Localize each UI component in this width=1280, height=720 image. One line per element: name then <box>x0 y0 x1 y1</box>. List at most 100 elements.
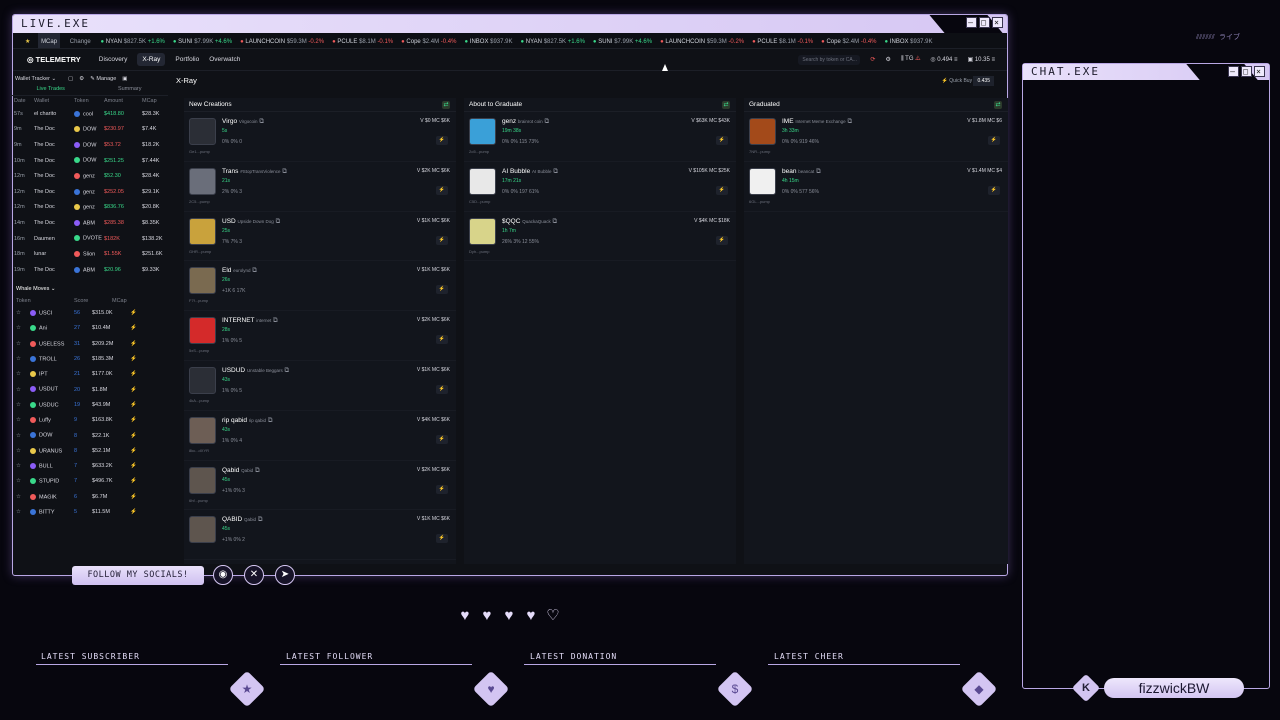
token-image[interactable] <box>469 118 496 145</box>
token-card[interactable]: AI Bubble AI Bubble ⧉ 17m 21s 0% 0% 197 61… <box>464 162 736 212</box>
token-image[interactable] <box>189 466 216 494</box>
copy-icon[interactable]: ⧉ <box>258 118 264 125</box>
whale-moves-header[interactable]: Whale Moves ⌄ <box>10 282 168 296</box>
minimize-icon[interactable]: – <box>966 17 977 28</box>
token-image[interactable] <box>749 118 776 145</box>
col-date[interactable]: Date <box>14 98 34 104</box>
whale-row[interactable]: ☆ USELESS 31 $209.2M ⚡ <box>10 336 168 351</box>
copy-icon[interactable]: ⧉ <box>271 317 278 324</box>
copy-icon[interactable]: ⧉ <box>551 218 558 225</box>
ticker-item[interactable]: ● SUNI $7.99K +4.6% <box>593 34 652 48</box>
trade-row[interactable]: 12m The Doc genz $52.30 $28.4K <box>10 168 168 184</box>
quick-buy-button[interactable]: ⚡ <box>436 285 448 295</box>
trade-row[interactable]: 16m Daumen DVOTE $182K $138.2K <box>10 231 168 247</box>
bolt-icon[interactable]: ⚡ <box>130 494 146 500</box>
chat-minimize-icon[interactable]: – <box>1228 66 1239 77</box>
bolt-icon[interactable]: ⚡ <box>130 417 146 423</box>
bolt-icon[interactable]: ⚡ <box>130 387 146 393</box>
copy-icon[interactable]: ⧉ <box>846 118 852 125</box>
quick-buy-button[interactable]: ⚡ <box>716 136 728 145</box>
col-whale-token[interactable]: Token <box>16 298 74 304</box>
trade-row[interactable]: 57s el charito cool $418.80 $28.3K <box>10 106 168 122</box>
tg-link[interactable]: ⫼ TG ⚠ <box>901 56 921 63</box>
quick-buy-button[interactable]: ⚡ <box>436 534 448 544</box>
star-outline-icon[interactable]: ☆ <box>16 494 30 500</box>
quick-buy-amount[interactable]: 0.435 <box>973 76 994 86</box>
token-image[interactable] <box>189 317 216 345</box>
copy-icon[interactable]: ⧉ <box>280 168 287 175</box>
token-image[interactable] <box>189 118 216 145</box>
trade-row[interactable]: 9m The Doc DOW $53.72 $18.2K <box>10 137 168 153</box>
balance-2[interactable]: ▣ 10.35 ≡ <box>967 56 995 63</box>
quick-buy[interactable]: ⚡ Quick Buy 0.435 <box>942 72 994 90</box>
whale-row[interactable]: ☆ USDUT 20 $1.8M ⚡ <box>10 382 168 397</box>
col-whale-mcap[interactable]: MCap <box>112 298 127 304</box>
quick-buy-button[interactable]: ⚡ <box>436 484 448 494</box>
copy-icon[interactable]: ⧉ <box>814 168 821 175</box>
quick-buy-button[interactable]: ⚡ <box>988 185 1000 195</box>
bolt-icon[interactable]: ⚡ <box>130 325 146 331</box>
trade-row[interactable]: 19m The Doc ABM $20.96 $9.33K <box>10 262 168 278</box>
star-outline-icon[interactable]: ☆ <box>16 463 30 469</box>
tab-live-trades[interactable]: Live Trades <box>37 86 65 95</box>
token-image[interactable] <box>189 366 216 394</box>
star-outline-icon[interactable]: ☆ <box>16 478 30 484</box>
token-card[interactable]: USD Upside Down Dog ⧉ 25s 7% 7% 3 GHR...pum… <box>184 212 456 262</box>
gear-icon[interactable]: ⚙ <box>79 76 84 82</box>
nav-portfolio[interactable]: Portfolio <box>175 56 199 63</box>
app-logo[interactable]: ◎ TELEMETRY <box>27 55 81 64</box>
star-outline-icon[interactable]: ☆ <box>16 448 30 454</box>
nav-discovery[interactable]: Discovery <box>99 56 128 63</box>
copy-icon[interactable]: ⧉ <box>253 467 260 474</box>
chat-close-icon[interactable]: × <box>1254 66 1265 77</box>
bolt-icon[interactable]: ⚡ <box>130 371 146 377</box>
ticker-mcap-toggle[interactable]: MCap <box>38 33 61 48</box>
whale-row[interactable]: ☆ STUPID 7 $496.7K ⚡ <box>10 474 168 489</box>
trade-row[interactable]: 9m The Doc DOW $230.97 $7.4K <box>10 122 168 138</box>
whale-row[interactable]: ☆ DOW 8 $22.1K ⚡ <box>10 428 168 443</box>
token-card[interactable]: genz brainrot coin ⧉ 19m 38s 0% 0% 115 73%… <box>464 112 736 162</box>
search-input[interactable]: Search by token or CA... <box>798 54 861 65</box>
token-card[interactable]: Virgo Virgocoin ⧉ 5s 0% 0% 0 Ge1...pump V $0… <box>184 112 456 162</box>
nav-xray[interactable]: X-Ray <box>137 53 166 66</box>
whale-row[interactable]: ☆ URANUS 8 $52.1M ⚡ <box>10 443 168 458</box>
col-wallet[interactable]: Wallet <box>34 98 74 104</box>
close-icon[interactable]: × <box>992 17 1003 28</box>
star-outline-icon[interactable]: ☆ <box>16 402 30 408</box>
token-image[interactable] <box>469 217 496 245</box>
trade-row[interactable]: 12m The Doc genz $836.76 $20.8K <box>10 200 168 216</box>
bolt-icon[interactable]: ⚡ <box>130 341 146 347</box>
star-outline-icon[interactable]: ☆ <box>16 325 30 331</box>
whale-row[interactable]: ☆ TROLL 26 $185.3M ⚡ <box>10 351 168 366</box>
token-card[interactable]: IME Internet Meme Exchange ⧉ 3h 33m 0% 0% … <box>744 112 1008 162</box>
whale-row[interactable]: ☆ BITTY 5 $11.5M ⚡ <box>10 504 168 519</box>
trade-row[interactable]: 10m The Doc DOW $251.25 $7.44K <box>10 153 168 169</box>
star-icon[interactable]: ★ <box>25 39 30 45</box>
token-card[interactable]: Trans #StopTransViolence ⧉ 21s 2% 0% 3 2C5.… <box>184 162 456 212</box>
token-card[interactable]: USDUD Unstable Beggars ⧉ 43s 1% 0% 5 4kA...… <box>184 361 456 411</box>
copy-icon[interactable]: ⧉ <box>543 118 549 125</box>
ticker-item[interactable]: ● Cope $2.4M -0.4% <box>401 34 456 48</box>
whale-row[interactable]: ☆ USDUC 19 $43.9M ⚡ <box>10 397 168 412</box>
token-image[interactable] <box>749 167 776 195</box>
col-whale-score[interactable]: Score <box>74 298 112 304</box>
bolt-icon[interactable]: ⚡ <box>130 433 146 439</box>
panel-icon[interactable]: ▣ <box>122 76 127 82</box>
token-image[interactable] <box>189 167 216 195</box>
whale-row[interactable]: ☆ MAGIK 6 $6.7M ⚡ <box>10 489 168 504</box>
ticker-item[interactable]: ● NYAN $827.5K +1.6% <box>520 34 584 48</box>
wallet-tracker-title[interactable]: Wallet Tracker ⌄ <box>15 76 56 82</box>
star-outline-icon[interactable]: ☆ <box>16 417 30 423</box>
copy-icon[interactable]: ⧉ <box>283 367 290 374</box>
col-mcap[interactable]: MCap <box>142 98 168 104</box>
quick-buy-button[interactable]: ⚡ <box>988 136 1000 145</box>
filter-icon[interactable]: ⇄ <box>442 101 450 109</box>
col-amount[interactable]: Amount <box>104 98 142 104</box>
balance-1[interactable]: ◎ 0.494 ≡ <box>930 56 957 63</box>
trade-row[interactable]: 18m lunar Slion $1.55K $251.6K <box>10 246 168 262</box>
ticker-item[interactable]: ● PCULE $8.1M -0.1% <box>752 34 813 48</box>
token-image[interactable] <box>189 267 216 295</box>
maximize-icon[interactable]: □ <box>979 17 990 28</box>
token-image[interactable] <box>189 516 216 544</box>
square-icon[interactable]: ▢ <box>68 76 73 82</box>
